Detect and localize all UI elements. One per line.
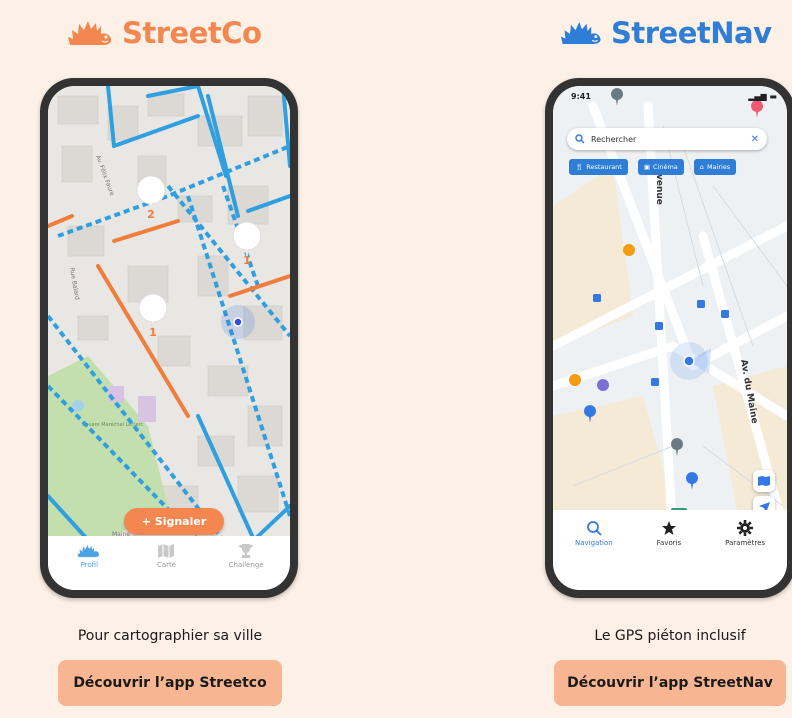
film-icon: ▣ — [643, 163, 651, 171]
tab-navigation[interactable]: Navigation — [575, 520, 613, 547]
chip-cinema[interactable]: ▣ Cinéma — [637, 159, 684, 175]
streetnav-map[interactable]: venue Av. du Maine — [553, 86, 787, 540]
status-bar: 9:41 ▂▄▆ ▬ — [553, 86, 787, 106]
discover-streetnav-button[interactable]: Découvrir l’app StreetNav — [554, 660, 786, 706]
streetco-screen: Av. Félix Faure Rue Balard Square Maréch… — [48, 86, 290, 590]
tab-profil[interactable]: Profil — [74, 544, 104, 569]
town-hall-icon: ⌂ — [699, 163, 704, 171]
search-bar[interactable]: Rechercher ✕ — [567, 128, 767, 150]
chip-restaurant[interactable]: 🍴︎ Restaurant — [569, 159, 628, 175]
brand-name: StreetNav — [611, 16, 772, 50]
chip-mairies[interactable]: ⌂ Mairies — [693, 159, 737, 175]
report-button[interactable]: + Signaler — [124, 508, 224, 535]
tab-challenge[interactable]: Challenge — [229, 544, 264, 569]
streetnav-screen: venue Av. du Maine 9:41 ▂▄▆ ▬ Rechercher… — [553, 86, 787, 590]
streetnav-logo: StreetNav — [559, 16, 772, 50]
discover-streetco-button[interactable]: Découvrir l’app Streetco — [58, 660, 282, 706]
category-chips: 🍴︎ Restaurant ▣ Cinéma ⌂ Mairies — [569, 159, 737, 175]
restaurant-poi-icon[interactable] — [623, 244, 635, 256]
star-icon — [661, 521, 676, 535]
clock: 9:41 — [571, 92, 591, 101]
streetnav-phone: venue Av. du Maine 9:41 ▂▄▆ ▬ Rechercher… — [545, 78, 792, 598]
streetco-logo: StreetCo — [66, 16, 262, 50]
gear-icon — [737, 520, 754, 536]
restaurant-poi-icon[interactable] — [569, 374, 581, 386]
tab-carte[interactable]: Carte — [157, 544, 176, 569]
svg-text:1: 1 — [243, 254, 251, 267]
hedgehog-icon — [77, 545, 100, 557]
chip-label: Restaurant — [586, 163, 622, 171]
map-icon — [758, 476, 770, 486]
tab-label: Challenge — [228, 561, 264, 569]
tab-label: Paramètres — [725, 539, 766, 547]
hedgehog-icon — [68, 21, 112, 45]
street-label: venue — [654, 174, 664, 205]
tab-label: Navigation — [574, 539, 613, 547]
svg-text:1: 1 — [149, 326, 157, 339]
brand-name: StreetCo — [122, 16, 262, 50]
map-layers-button[interactable] — [753, 470, 775, 492]
map-icon — [158, 544, 175, 558]
fork-knife-icon: 🍴︎ — [575, 163, 584, 171]
page: StreetCo StreetNav Av. Félix Faure Rue B… — [0, 0, 792, 718]
search-icon — [575, 134, 585, 144]
close-icon[interactable]: ✕ — [751, 134, 759, 145]
hedgehog-icon — [560, 21, 601, 45]
streetnav-tab-bar: Navigation Favoris Paramètres — [553, 510, 787, 590]
streetco-map[interactable]: Av. Félix Faure Rue Balard Square Maréch… — [48, 86, 290, 540]
tab-label: Favoris — [656, 539, 682, 547]
signal-battery-icon: ▂▄▆ ▬ — [748, 92, 777, 101]
streetco-tab-bar: Profil Carte Challenge — [48, 536, 290, 590]
search-icon — [586, 521, 602, 536]
user-location — [683, 355, 695, 367]
tab-parametres[interactable]: Paramètres — [725, 520, 765, 547]
tab-favoris[interactable]: Favoris — [656, 520, 682, 547]
chip-label: Mairies — [706, 163, 731, 171]
search-input[interactable]: Rechercher — [591, 135, 751, 144]
tab-label: Profil — [80, 561, 99, 569]
streetco-caption: Pour cartographier sa ville — [77, 628, 263, 644]
streetnav-caption: Le GPS piéton inclusif — [594, 628, 746, 644]
user-location — [233, 317, 243, 327]
trophy-icon — [239, 544, 254, 558]
tab-label: Carte — [156, 561, 177, 569]
streetco-phone: Av. Félix Faure Rue Balard Square Maréch… — [40, 78, 298, 598]
svg-text:2: 2 — [147, 208, 155, 221]
parking-poi-icon[interactable] — [597, 379, 609, 391]
chip-label: Cinéma — [653, 163, 678, 171]
